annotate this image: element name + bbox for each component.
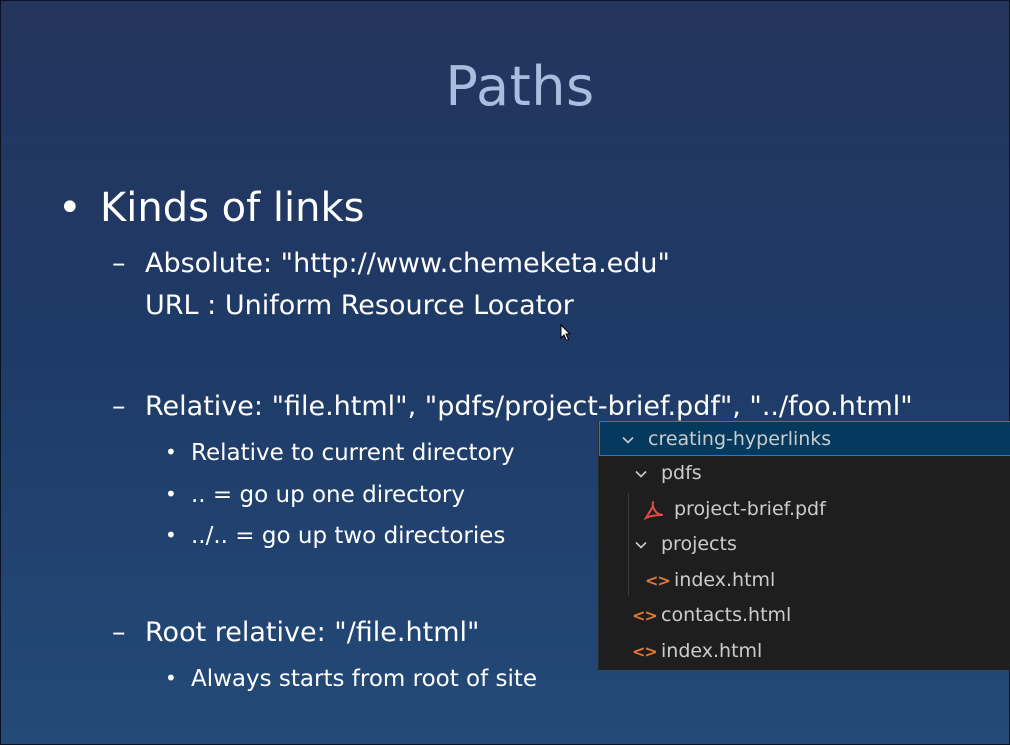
sub-bullet-text: .. = go up one directory (191, 482, 465, 508)
dash-marker: – (112, 248, 126, 279)
explorer-file-html[interactable]: <> index.html (599, 563, 1010, 598)
bullet-dot: • (58, 185, 82, 231)
html-code-icon: <> (632, 606, 658, 625)
sub-bullet-text: Relative to current directory (191, 440, 515, 466)
explorer-root-folder[interactable]: creating-hyperlinks (599, 421, 1010, 456)
html-code-icon: <> (645, 571, 671, 590)
tree-indent-guide (628, 493, 629, 596)
folder-label: pdfs (661, 462, 702, 484)
chevron-down-icon (633, 527, 649, 562)
file-label: project-brief.pdf (674, 498, 826, 520)
explorer-folder-pdfs[interactable]: pdfs (599, 456, 1010, 491)
file-label: contacts.html (661, 604, 792, 626)
chevron-down-icon (620, 422, 636, 457)
relative-line: Relative: "file.html", "pdfs/project-bri… (145, 391, 913, 422)
root-relative-line: Root relative: "/file.html" (145, 617, 480, 648)
sub-bullet-dot: • (165, 482, 177, 506)
file-label: index.html (661, 640, 763, 662)
mouse-cursor-icon (560, 324, 572, 342)
dash-marker: – (112, 617, 126, 648)
file-label: index.html (674, 569, 776, 591)
file-explorer-panel: creating-hyperlinks pdfs project-brief.p… (598, 421, 1010, 670)
html-code-icon: <> (632, 642, 658, 661)
root-folder-label: creating-hyperlinks (648, 428, 832, 450)
sub-bullet-dot: • (165, 440, 177, 464)
absolute-line: Absolute: "http://www.chemeketa.edu" (145, 248, 670, 279)
main-bullet-text: Kinds of links (100, 185, 365, 231)
slide-title: Paths (445, 55, 595, 118)
sub-bullet-text: Always starts from root of site (191, 666, 538, 692)
explorer-file-pdf[interactable]: project-brief.pdf (599, 492, 1010, 527)
folder-label: projects (661, 533, 737, 555)
sub-bullet-dot: • (165, 523, 177, 547)
dash-marker: – (112, 391, 126, 422)
sub-bullet-text: ../.. = go up two directories (191, 523, 506, 549)
pdf-icon (643, 492, 665, 527)
explorer-file-html[interactable]: <> contacts.html (599, 598, 1010, 633)
explorer-folder-projects[interactable]: projects (599, 527, 1010, 562)
url-definition: URL : Uniform Resource Locator (145, 290, 574, 321)
chevron-down-icon (633, 456, 649, 491)
explorer-file-html[interactable]: <> index.html (599, 634, 1010, 669)
sub-bullet-dot: • (165, 666, 177, 690)
